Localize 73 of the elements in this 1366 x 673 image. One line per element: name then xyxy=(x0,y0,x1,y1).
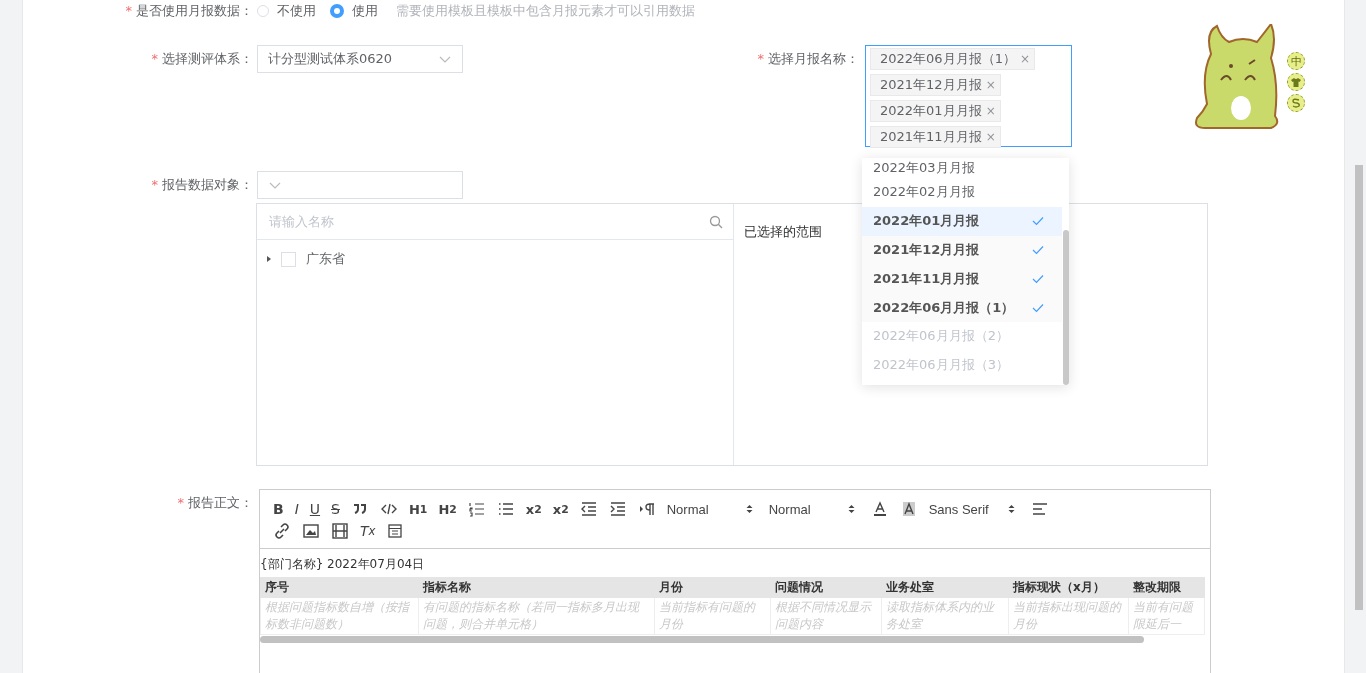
field-label: 报告数据对象： xyxy=(162,177,253,192)
text-direction-icon xyxy=(637,500,656,518)
dropdown-option: 2022年06月月报（3） xyxy=(862,350,1062,380)
caret-icon[interactable] xyxy=(265,255,273,263)
format-button[interactable]: S xyxy=(328,498,343,520)
table-icon xyxy=(386,522,405,540)
dropdown-option[interactable]: 2022年03月月报 xyxy=(862,158,1062,178)
format-dropdown[interactable]: Sans Serif xyxy=(925,498,1018,520)
column-header: 序号 xyxy=(260,577,419,598)
up-down-arrows-icon xyxy=(847,504,855,514)
checkbox[interactable] xyxy=(281,251,296,267)
indent-icon xyxy=(608,500,627,518)
scrollbar-thumb[interactable] xyxy=(1063,230,1069,385)
required-mark: * xyxy=(177,495,184,510)
format-dropdown[interactable]: Normal xyxy=(663,498,756,520)
image-icon xyxy=(302,522,320,540)
tree-item[interactable]: 广东省 xyxy=(306,250,345,268)
align-icon xyxy=(1030,500,1049,518)
tag: 2021年11月月报 × xyxy=(870,126,1001,148)
shirt-icon[interactable] xyxy=(1287,73,1305,91)
dropdown-option: 2022年06月月报（2） xyxy=(862,322,1062,351)
check-icon xyxy=(1032,245,1044,255)
tag: 2022年01月月报 × xyxy=(870,100,1001,122)
ime-button[interactable]: 中 xyxy=(1287,52,1305,70)
dropdown-option[interactable]: 2021年12月月报 xyxy=(862,235,1062,265)
format-button[interactable]: U xyxy=(306,498,324,520)
radio-option[interactable]: 使用 xyxy=(330,2,378,20)
check-icon xyxy=(1032,273,1044,284)
search-icon xyxy=(709,214,723,229)
up-down-arrows-icon xyxy=(745,504,753,514)
field-label: 是否使用月报数据： xyxy=(136,3,253,18)
required-mark: * xyxy=(757,51,764,66)
check-icon xyxy=(1032,216,1044,227)
column-header: 月份 xyxy=(654,577,771,598)
panel-title: 已选择的范围 xyxy=(743,223,823,241)
tag: 2021年12月月报 × xyxy=(870,74,1001,96)
scrollbar-thumb[interactable] xyxy=(260,636,1144,643)
required-mark: * xyxy=(125,3,132,18)
dropdown-option[interactable]: 2022年01月月报 xyxy=(862,206,1062,236)
format-dropdown[interactable]: Normal xyxy=(765,498,858,520)
field-label: 报告正文： xyxy=(188,495,253,510)
required-mark: * xyxy=(151,51,158,66)
column-header: 业务处室 xyxy=(881,577,1009,598)
column-header: 指标名称 xyxy=(418,577,655,598)
radio-option[interactable]: 不使用 xyxy=(257,2,316,20)
hint-text: 需要使用模板且模板中包含月报元素才可以引用数据 xyxy=(396,2,695,20)
film-icon xyxy=(331,522,349,540)
check-icon xyxy=(1032,302,1044,313)
select-field[interactable]: 计分型测试体系0620 xyxy=(257,45,463,73)
column-header: 整改期限 xyxy=(1128,577,1205,598)
outdent-icon xyxy=(579,500,598,518)
dropdown-option[interactable]: 2022年02月月报 xyxy=(862,178,1062,207)
dropdown-option[interactable]: 2022年06月月报（1） xyxy=(862,293,1062,322)
select-field[interactable] xyxy=(257,171,463,199)
scrollbar-thumb[interactable] xyxy=(1355,165,1363,610)
editor-text: {部门名称} 2022年07月04日 xyxy=(260,556,426,573)
up-down-arrows-icon xyxy=(1007,504,1015,514)
chevron-down-icon xyxy=(268,180,282,190)
field-label: 选择测评体系： xyxy=(162,51,253,66)
field-label: 选择月报名称： xyxy=(768,51,859,66)
bullet-list-icon xyxy=(496,500,515,518)
numbered-list-icon xyxy=(467,500,486,518)
swirl-icon[interactable] xyxy=(1287,94,1305,112)
required-mark: * xyxy=(151,177,158,192)
search-field[interactable]: 请输入名称 xyxy=(267,213,709,230)
format-button[interactable]: I xyxy=(291,498,302,520)
column-header: 问题情况 xyxy=(770,577,882,598)
column-header: 指标现状（x月） xyxy=(1008,577,1129,598)
format-button[interactable]: B xyxy=(270,498,287,520)
link-icon xyxy=(273,522,291,540)
tag: 2022年06月月报（1） × xyxy=(870,48,1035,70)
chevron-down-icon xyxy=(438,54,452,64)
dropdown-option[interactable]: 2021年11月月报 xyxy=(862,264,1062,294)
